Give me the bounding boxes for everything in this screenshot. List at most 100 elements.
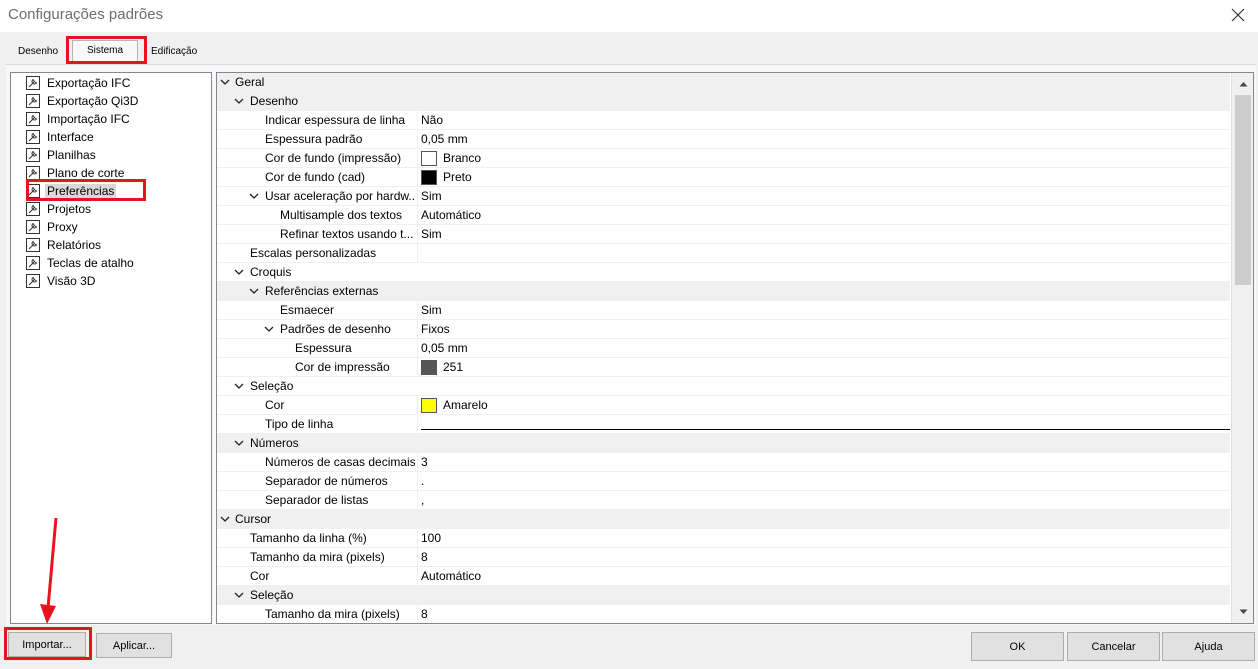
property-row[interactable]: Multisample dos textos Automático bbox=[217, 206, 1230, 225]
property-value[interactable]: Amarelo bbox=[417, 396, 1230, 415]
property-name: Cor de impressão bbox=[295, 360, 390, 374]
sidebar-item-label: Relatórios bbox=[47, 238, 102, 252]
property-row[interactable]: Cor Automático bbox=[217, 567, 1230, 586]
property-value[interactable] bbox=[417, 415, 1230, 434]
property-row[interactable]: Separador de números . bbox=[217, 472, 1230, 491]
cancel-button[interactable]: Cancelar bbox=[1067, 632, 1160, 661]
property-value[interactable]: Fixos bbox=[417, 320, 1230, 339]
apply-button[interactable]: Aplicar... bbox=[96, 633, 172, 658]
chevron-down-icon[interactable] bbox=[249, 192, 259, 201]
property-row[interactable]: Cor Amarelo bbox=[217, 396, 1230, 415]
property-name: Padrões de desenho bbox=[280, 322, 391, 336]
property-value[interactable] bbox=[417, 244, 1230, 263]
category-row[interactable]: Geral bbox=[217, 73, 1230, 92]
sidebar-item-proxy[interactable]: Proxy bbox=[25, 218, 80, 236]
color-swatch bbox=[421, 170, 437, 185]
property-name: Usar aceleração por hardw... bbox=[265, 189, 415, 203]
category-row[interactable]: Seleção bbox=[217, 586, 1230, 605]
sidebar-item-importacao-ifc[interactable]: Importação IFC bbox=[25, 110, 132, 128]
property-row[interactable]: Tamanho da linha (%) 100 bbox=[217, 529, 1230, 548]
category-row[interactable]: Desenho bbox=[217, 92, 1230, 111]
sidebar-item-exportacao-ifc[interactable]: Exportação IFC bbox=[25, 74, 132, 92]
property-row[interactable]: Espessura 0,05 mm bbox=[217, 339, 1230, 358]
property-name: Tamanho da mira (pixels) bbox=[250, 550, 385, 564]
chevron-down-icon[interactable] bbox=[234, 439, 244, 448]
scroll-up-button[interactable] bbox=[1234, 75, 1252, 93]
property-value[interactable]: 0,05 mm bbox=[417, 130, 1230, 149]
property-value[interactable]: , bbox=[417, 491, 1230, 510]
property-value[interactable]: 251 bbox=[417, 358, 1230, 377]
tab-desenho[interactable]: Desenho bbox=[14, 42, 62, 62]
scroll-down-button[interactable] bbox=[1234, 603, 1252, 621]
sidebar-item-visao-3d[interactable]: Visão 3D bbox=[25, 272, 97, 290]
chevron-down-icon[interactable] bbox=[234, 268, 244, 277]
property-row[interactable]: Esmaecer Sim bbox=[217, 301, 1230, 320]
property-value[interactable]: 3 bbox=[417, 453, 1230, 472]
property-row[interactable]: Usar aceleração por hardw... Sim bbox=[217, 187, 1230, 206]
property-row[interactable]: Padrões de desenho Fixos bbox=[217, 320, 1230, 339]
property-value[interactable]: Não bbox=[417, 111, 1230, 130]
property-value[interactable]: 0,05 mm bbox=[417, 339, 1230, 358]
property-value[interactable]: Sim bbox=[417, 301, 1230, 320]
annotation-arrow-icon bbox=[40, 517, 58, 624]
line-type-preview bbox=[421, 428, 1230, 430]
sidebar-item-planilhas[interactable]: Planilhas bbox=[25, 146, 98, 164]
property-value[interactable]: Automático bbox=[417, 206, 1230, 225]
close-button[interactable] bbox=[1224, 2, 1252, 28]
property-row[interactable]: Cor de fundo (cad) Preto bbox=[217, 168, 1230, 187]
ok-button[interactable]: OK bbox=[971, 632, 1064, 661]
property-row[interactable]: Tamanho da mira (pixels) 8 bbox=[217, 605, 1230, 623]
chevron-down-icon[interactable] bbox=[234, 97, 244, 106]
property-name: Tipo de linha bbox=[265, 417, 334, 431]
property-value[interactable]: Automático bbox=[417, 567, 1230, 586]
sidebar-item-projetos[interactable]: Projetos bbox=[25, 200, 93, 218]
category-row[interactable]: Seleção bbox=[217, 377, 1230, 396]
property-value[interactable]: Preto bbox=[417, 168, 1230, 187]
property-value[interactable]: 100 bbox=[417, 529, 1230, 548]
property-row[interactable]: Tipo de linha bbox=[217, 415, 1230, 434]
sidebar-item-exportacao-qi3d[interactable]: Exportação Qi3D bbox=[25, 92, 140, 110]
tab-edificacao[interactable]: Edificação bbox=[147, 42, 201, 62]
property-value[interactable]: Sim bbox=[417, 187, 1230, 206]
sidebar-item-plano-de-corte[interactable]: Plano de corte bbox=[25, 164, 126, 182]
sidebar-item-relatorios[interactable]: Relatórios bbox=[25, 236, 103, 254]
chevron-down-icon[interactable] bbox=[249, 287, 259, 296]
property-value[interactable]: 8 bbox=[417, 605, 1230, 623]
chevron-down-icon[interactable] bbox=[264, 325, 274, 334]
property-row[interactable]: Espessura padrão 0,05 mm bbox=[217, 130, 1230, 149]
import-button[interactable]: Importar... bbox=[8, 632, 86, 657]
property-row[interactable]: Refinar textos usando t... Sim bbox=[217, 225, 1230, 244]
sidebar-item-preferencias[interactable]: Preferências bbox=[25, 182, 117, 200]
property-row[interactable]: Separador de listas , bbox=[217, 491, 1230, 510]
help-button[interactable]: Ajuda bbox=[1162, 632, 1255, 661]
vertical-scrollbar[interactable] bbox=[1231, 73, 1253, 623]
chevron-down-icon[interactable] bbox=[234, 591, 244, 600]
property-value[interactable]: . bbox=[417, 472, 1230, 491]
category-row[interactable]: Croquis bbox=[217, 263, 1230, 282]
property-name: Cor bbox=[250, 569, 270, 583]
sidebar-item-teclas-de-atalho[interactable]: Teclas de atalho bbox=[25, 254, 136, 272]
category-row[interactable]: Cursor bbox=[217, 510, 1230, 529]
title-bar: Configurações padrões bbox=[0, 0, 1258, 32]
property-value[interactable]: Sim bbox=[417, 225, 1230, 244]
property-name: Tamanho da linha (%) bbox=[250, 531, 367, 545]
property-row[interactable]: Números de casas decimais 3 bbox=[217, 453, 1230, 472]
scroll-thumb[interactable] bbox=[1235, 95, 1251, 285]
sidebar-item-interface[interactable]: Interface bbox=[25, 128, 96, 146]
property-value[interactable]: 8 bbox=[417, 548, 1230, 567]
property-row[interactable]: Cor de fundo (impressão) Branco bbox=[217, 149, 1230, 168]
wrench-page-icon bbox=[26, 112, 40, 126]
chevron-down-icon[interactable] bbox=[220, 515, 230, 524]
tab-sistema[interactable]: Sistema bbox=[72, 40, 138, 62]
chevron-down-icon[interactable] bbox=[234, 382, 244, 391]
value-text: Branco bbox=[443, 151, 482, 165]
category-row[interactable]: Números bbox=[217, 434, 1230, 453]
property-row[interactable]: Escalas personalizadas bbox=[217, 244, 1230, 263]
value-text: 0,05 mm bbox=[421, 132, 468, 146]
category-row[interactable]: Referências externas bbox=[217, 282, 1230, 301]
property-row[interactable]: Indicar espessura de linha Não bbox=[217, 111, 1230, 130]
chevron-down-icon[interactable] bbox=[220, 78, 230, 87]
property-row[interactable]: Cor de impressão 251 bbox=[217, 358, 1230, 377]
property-value[interactable]: Branco bbox=[417, 149, 1230, 168]
property-row[interactable]: Tamanho da mira (pixels) 8 bbox=[217, 548, 1230, 567]
